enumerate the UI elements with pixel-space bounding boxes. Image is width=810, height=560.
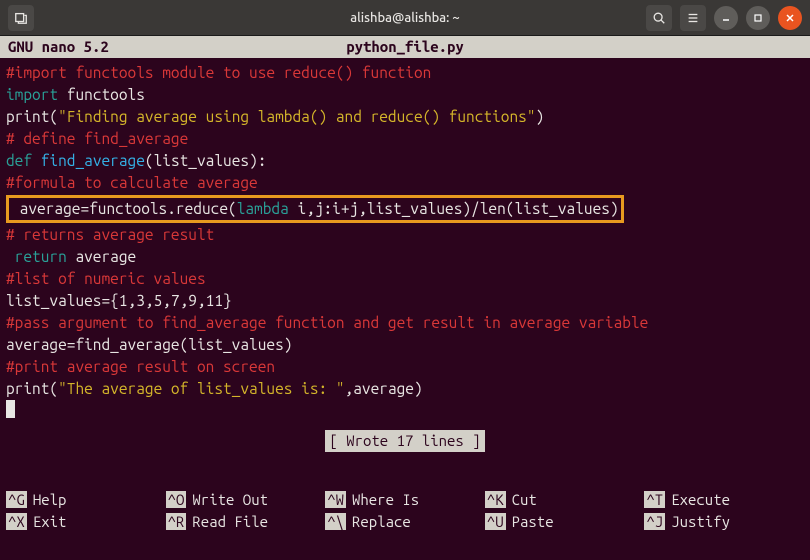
nano-version: GNU nano 5.2 [8,38,273,56]
highlighted-line: average=functools.reduce(lambda i,j:i+j,… [6,194,804,224]
window-titlebar: alishba@alishba: ~ [0,0,810,36]
close-button[interactable] [778,6,802,30]
shortcut-execute: ^TExecute [644,488,804,510]
code-line: #print average result on screen [6,356,804,378]
search-button[interactable] [646,5,672,31]
shortcut-whereis: ^WWhere Is [325,488,485,510]
nano-header: GNU nano 5.2 python_file.py [0,36,810,58]
code-line: import functools [6,84,804,106]
maximize-button[interactable] [746,6,770,30]
code-line: #formula to calculate average [6,172,804,194]
code-line: list_values={1,3,5,7,9,11} [6,290,804,312]
code-line: # define find_average [6,128,804,150]
code-line: #pass argument to find_average function … [6,312,804,334]
editor-area[interactable]: #import functools module to use reduce()… [0,58,810,488]
shortcut-writeout: ^OWrite Out [166,488,326,510]
menu-button[interactable] [680,5,706,31]
cursor-line [6,400,804,424]
shortcut-help: ^GHelp [6,488,166,510]
status-bar: [ Wrote 17 lines ] [6,430,804,452]
code-line: print("Finding average using lambda() an… [6,106,804,128]
code-line: # returns average result [6,224,804,246]
nano-filename: python_file.py [273,38,538,56]
shortcut-paste: ^UPaste [485,510,645,532]
new-tab-button[interactable] [8,5,34,31]
code-line: average=find_average(list_values) [6,334,804,356]
shortcut-cut: ^KCut [485,488,645,510]
status-message: [ Wrote 17 lines ] [325,430,484,452]
code-line: #import functools module to use reduce()… [6,62,804,84]
window-title: alishba@alishba: ~ [207,11,604,25]
shortcut-justify: ^JJustify [644,510,804,532]
shortcut-bar: ^GHelp ^OWrite Out ^WWhere Is ^KCut ^TEx… [0,488,810,536]
code-line: def find_average(list_values): [6,150,804,172]
shortcut-exit: ^XExit [6,510,166,532]
shortcut-replace: ^\Replace [325,510,485,532]
minimize-button[interactable] [714,6,738,30]
cursor-icon [6,400,15,418]
code-line: #list of numeric values [6,268,804,290]
code-line: return average [6,246,804,268]
code-line: print("The average of list_values is: ",… [6,378,804,400]
shortcut-readfile: ^RRead File [166,510,326,532]
